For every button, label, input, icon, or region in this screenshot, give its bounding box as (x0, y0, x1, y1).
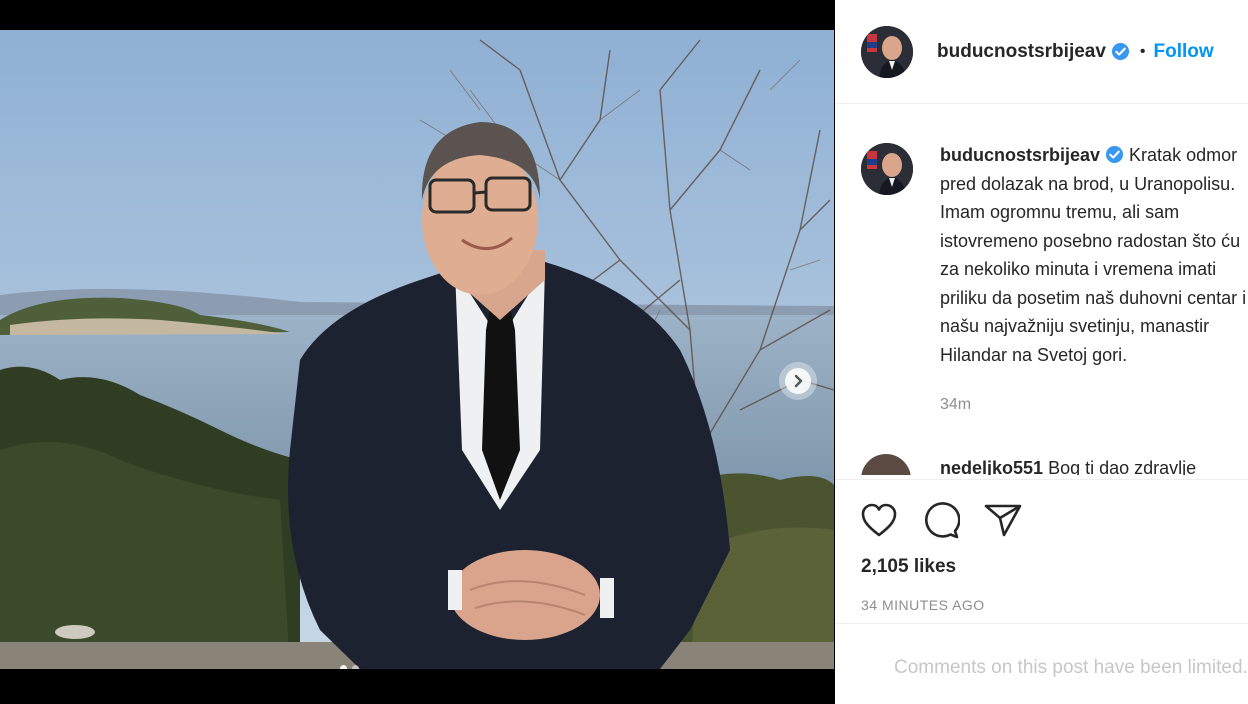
caption-time[interactable]: 34m (940, 396, 971, 414)
comments-disabled-bar: Comments on this post have been limited. (835, 623, 1248, 704)
caption-text: Kratak odmor pred dolazak na brod, u Ura… (940, 145, 1247, 365)
post-photo[interactable] (0, 30, 834, 669)
post-header: buducnostsrbijeav • Follow (835, 0, 1248, 104)
post-details-panel: buducnostsrbijeav • Follow buducnostsrbi… (835, 0, 1248, 704)
caption-username[interactable]: buducnostsrbijeav (940, 145, 1100, 165)
header-username[interactable]: buducnostsrbijeav (937, 41, 1106, 63)
post-caption: buducnostsrbijeav Kratak odmor pred dola… (861, 141, 1248, 369)
post-actions: 2,105 likes 34 MINUTES AGO (835, 479, 1248, 613)
comment-username[interactable]: nedeljko551 (940, 458, 1043, 475)
caption-text-block: buducnostsrbijeav Kratak odmor pred dola… (940, 141, 1248, 369)
chevron-right-icon (785, 368, 811, 394)
header-separator: • (1139, 42, 1146, 60)
likes-count[interactable]: 2,105 likes (861, 556, 956, 578)
carousel-next-button[interactable] (779, 362, 817, 400)
action-icons (859, 500, 1023, 540)
caption-avatar[interactable] (861, 143, 913, 195)
comments-list: nedeljko551 Bog ti dao zdravlje (835, 452, 1248, 475)
carousel-indicator (340, 665, 359, 669)
carousel-dot (352, 665, 359, 669)
avatar[interactable] (861, 25, 913, 78)
comment-bubble-icon[interactable] (921, 500, 961, 540)
post-timestamp[interactable]: 34 MINUTES AGO (861, 597, 985, 613)
paper-plane-icon[interactable] (983, 500, 1023, 540)
comments-disabled-text: Comments on this post have been limited. (894, 657, 1248, 678)
comment-item: nedeljko551 Bog ti dao zdravlje (861, 454, 1196, 475)
carousel-dot-active (340, 665, 347, 669)
heart-icon[interactable] (859, 500, 899, 540)
follow-button[interactable]: Follow (1154, 41, 1214, 63)
photo-image (0, 30, 834, 669)
verified-badge-icon (1105, 144, 1124, 164)
comment-text-block: nedeljko551 Bog ti dao zdravlje (940, 454, 1196, 475)
verified-badge-icon (1111, 42, 1130, 61)
comment-text: Bog ti dao zdravlje (1048, 458, 1197, 475)
comment-avatar[interactable] (861, 454, 911, 475)
